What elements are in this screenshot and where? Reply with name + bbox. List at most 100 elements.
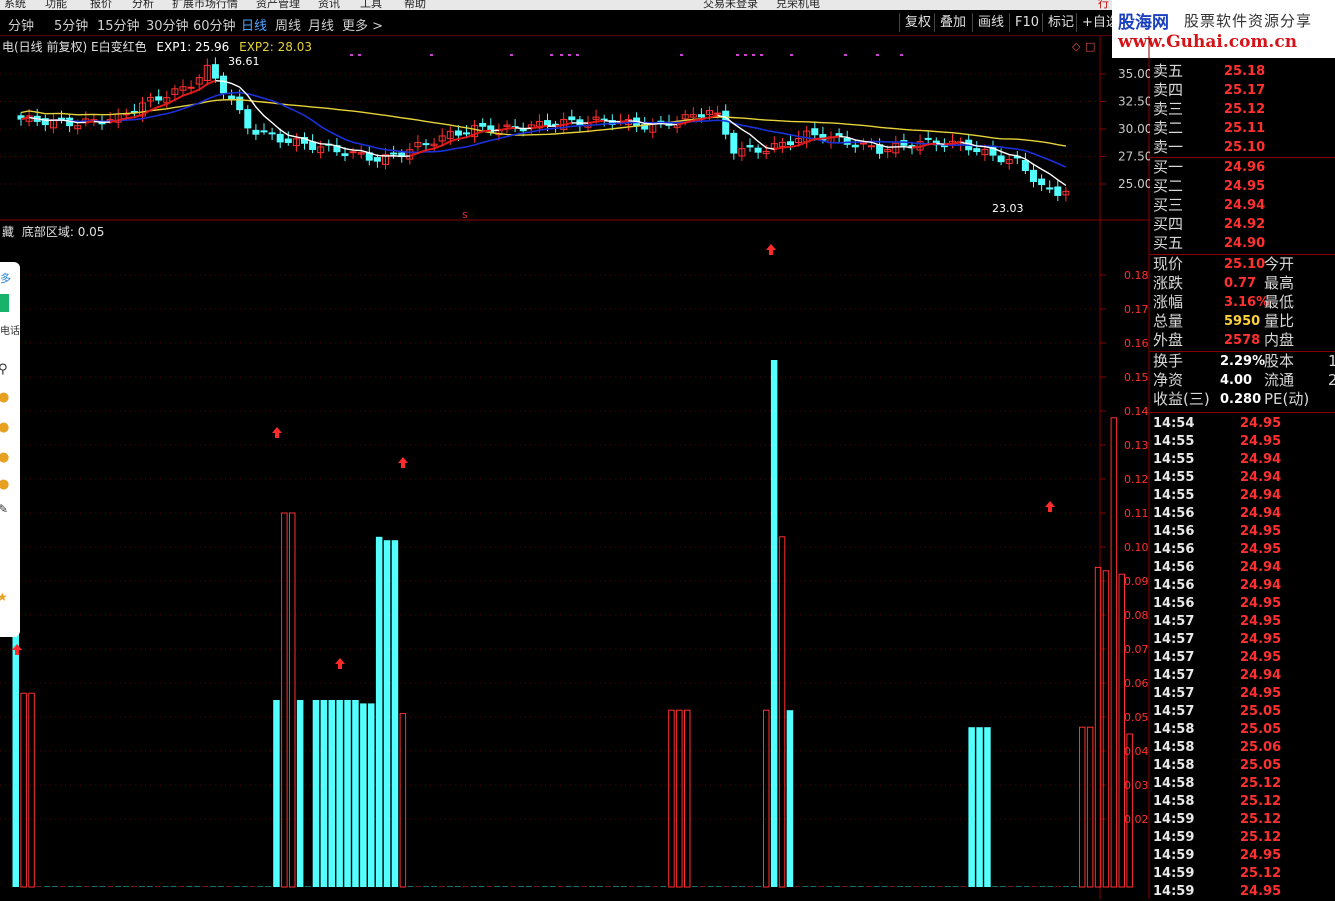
- indicator-bar: [312, 700, 320, 887]
- indicator-bar: [494, 886, 501, 887]
- candle-body: [787, 141, 794, 146]
- menu-item[interactable]: 工具: [360, 0, 382, 10]
- period-tab[interactable]: 日线: [241, 15, 267, 34]
- search-icon[interactable]: ⚲: [0, 362, 8, 377]
- tool-button[interactable]: 叠加: [934, 13, 971, 32]
- indicator-bar: [83, 886, 90, 887]
- ask-label: 卖三: [1153, 100, 1184, 118]
- candle-body: [390, 152, 398, 155]
- bid-price: 24.92: [1224, 217, 1266, 232]
- tick-row: 14:58 25.06: [1150, 738, 1335, 756]
- candle-body: [973, 148, 981, 153]
- ma-red-segment: [944, 142, 953, 146]
- menu-item[interactable]: 帮助: [404, 0, 426, 10]
- period-tab[interactable]: 周线: [275, 15, 301, 34]
- user-icon[interactable]: ●: [0, 420, 9, 435]
- indicator-bar: [676, 709, 683, 888]
- indicator-bar: [668, 709, 675, 888]
- indicator-bar: [470, 886, 477, 887]
- indicator-bar: [12, 632, 19, 887]
- tick-time: 14:59: [1153, 812, 1195, 827]
- signal-dot: [358, 54, 361, 56]
- tool-button[interactable]: F10: [1009, 13, 1044, 32]
- tick-time: 14:55: [1153, 470, 1195, 485]
- indicator-bar: [691, 886, 698, 887]
- tool-button[interactable]: 复权: [899, 13, 936, 32]
- indicator-bar: [699, 886, 706, 887]
- menu-item[interactable]: 分析: [132, 0, 154, 10]
- edit-icon[interactable]: ✎: [0, 502, 8, 516]
- menu-item[interactable]: 功能: [45, 0, 67, 10]
- period-tab[interactable]: 15分钟: [97, 15, 140, 34]
- indicator-tick-label: 0.08: [1124, 609, 1149, 622]
- candle-body: [422, 143, 430, 146]
- period-tab[interactable]: 分钟: [8, 15, 34, 34]
- ma-red-segment: [563, 121, 573, 126]
- stat-value: 25.10: [1224, 257, 1266, 272]
- candle-body: [730, 132, 738, 154]
- period-tab[interactable]: 60分钟: [193, 15, 236, 34]
- user-icon[interactable]: ●: [0, 390, 9, 405]
- period-tab[interactable]: 30分钟: [146, 15, 189, 34]
- menu-item[interactable]: 报价: [90, 0, 112, 10]
- indicator-value: 底部区域: 0.05: [21, 225, 105, 239]
- stat-label-2: 最高: [1264, 274, 1295, 292]
- chart-area[interactable]: 35.00 32.50 30.00 27.50 25.00 36.61 23.03 ◇ □ s 0.…: [0, 36, 1150, 899]
- indicator-bar: [210, 886, 216, 887]
- maximize-icon[interactable]: □: [1085, 40, 1095, 53]
- period-tab[interactable]: 5分钟: [54, 15, 88, 34]
- tick-row: 14:55 24.95: [1150, 432, 1335, 450]
- tick-time: 14:55: [1153, 434, 1195, 449]
- period-tab[interactable]: 更多 >: [342, 15, 383, 34]
- indicator-bar: [810, 886, 817, 887]
- indicator-bar: [826, 886, 833, 887]
- tick-price: 24.95: [1240, 686, 1282, 701]
- candle-body: [1021, 159, 1029, 171]
- indicator-bar: [44, 886, 51, 887]
- menu-item[interactable]: 资讯: [318, 0, 340, 10]
- indicator-bar: [589, 886, 596, 887]
- indicator-bar: [217, 886, 224, 887]
- indicator-bar: [533, 886, 540, 887]
- indicator-bar: [415, 886, 422, 887]
- indicator-bar: [273, 700, 280, 887]
- ma-red-segment: [126, 116, 135, 120]
- stat2-right: 1: [1328, 352, 1335, 370]
- menu-item[interactable]: 资产管理: [256, 0, 300, 10]
- sidebar-more[interactable]: 多: [0, 270, 11, 286]
- phone-icon[interactable]: [0, 294, 9, 312]
- indicator-bar: [352, 700, 359, 887]
- stat2-label: 净资: [1153, 371, 1184, 389]
- ma-red-segment: [782, 145, 791, 149]
- menu-item[interactable]: 扩展市场行情: [172, 0, 238, 10]
- indicator-bar: [399, 713, 407, 888]
- ma-red-segment: [701, 116, 710, 121]
- stat-label-2: 内盘: [1264, 331, 1295, 349]
- indicator-bar: [154, 886, 161, 887]
- star-icon[interactable]: ★: [0, 590, 8, 604]
- ask-row: 卖四 25.17: [1150, 81, 1335, 100]
- floating-sidebar[interactable]: 多 电话 ⚲ ● ● ● ● ✎ ★: [0, 262, 20, 637]
- candle-body: [1054, 186, 1062, 196]
- tool-button[interactable]: 标记: [1042, 13, 1079, 32]
- sidebar-phone-label[interactable]: 电话: [0, 322, 20, 337]
- indicator-bar: [968, 727, 975, 887]
- candle-body: [1046, 187, 1054, 190]
- indicator-bar: [502, 886, 509, 887]
- indicator-bar: [802, 886, 809, 887]
- tick-row: 14:57 24.95: [1150, 612, 1335, 630]
- bid-label: 买一: [1153, 158, 1184, 176]
- user-icon[interactable]: ●: [0, 450, 9, 465]
- menu-item[interactable]: 系统: [4, 0, 26, 10]
- tick-price: 24.94: [1240, 470, 1282, 485]
- indicator-tick-label: 0.18: [1124, 269, 1149, 282]
- tool-button[interactable]: 画线: [972, 13, 1009, 32]
- ma-red-segment: [425, 147, 435, 152]
- stat-label: 现价: [1153, 255, 1184, 273]
- diamond-icon[interactable]: ◇: [1072, 40, 1081, 53]
- indicator-bar: [67, 886, 74, 887]
- user-icon[interactable]: ●: [0, 477, 9, 492]
- ma-red-segment: [555, 123, 564, 128]
- stat-row: 现价 25.10 今开: [1150, 255, 1335, 274]
- period-tab[interactable]: 月线: [308, 15, 334, 34]
